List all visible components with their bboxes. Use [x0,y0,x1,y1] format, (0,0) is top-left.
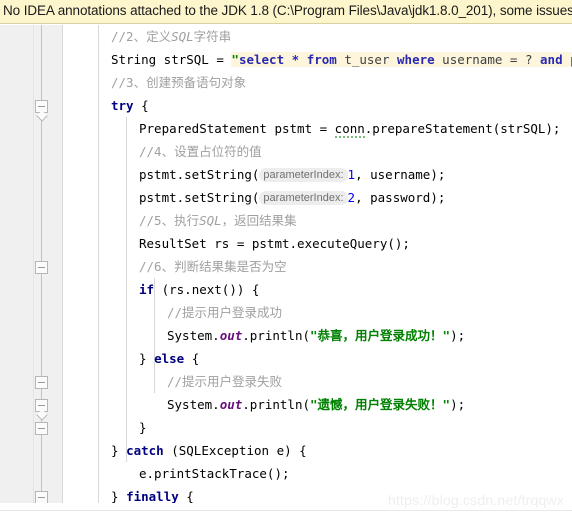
sql-keyword-select: select [238,52,285,67]
code-keyword-try: try [111,98,134,113]
fold-marker-try[interactable] [35,100,48,113]
code-setstring-args: , password); [355,190,446,205]
jdk-annotations-notification-banner[interactable]: No IDEA annotations attached to the JDK … [0,0,572,24]
code-comment: //提示用户登录成功 [167,305,283,320]
code-println-call: .println( [242,328,310,343]
fold-marker-else[interactable] [35,376,48,389]
code-preparestatement-call: .prepareStatement(strSQL); [364,121,561,136]
code-static-field-out: out [219,328,243,343]
code-keyword-finally: finally [126,489,179,503]
code-comment: //6、判断结果集是否为空 [139,259,287,274]
code-catch-params: (SQLException e) { [163,443,307,458]
code-if-condition: (rs.next()) { [154,282,260,297]
code-resultset-decl: ResultSet rs = pstmt.executeQuery(); [139,236,410,251]
code-type-string: String [111,52,157,67]
code-string-failure: "遗憾，用户登录失败！" [310,397,451,412]
bottom-bar [0,510,572,528]
code-system-ref: System. [167,328,220,343]
parameter-hint-chip[interactable]: parameterIndex: [259,168,348,182]
sql-condition-username: username = ? [434,52,541,67]
code-comment-tail: ，返回结果集 [221,213,297,228]
parameter-hint-chip[interactable]: parameterIndex: [259,191,348,205]
code-comment: //5、执行 [139,213,200,228]
code-printstacktrace-call: e.printStackTrace(); [139,466,290,481]
code-comment-sql: SQL [171,29,194,44]
sql-keyword-where: where [397,52,435,67]
code-brace-close: } [139,420,147,435]
sql-keyword-and: and [540,52,563,67]
fold-marker-catch[interactable] [35,399,48,412]
code-call-close: ); [450,397,466,412]
code-comment: //2、定义 [111,29,172,44]
code-brace-open: { [178,489,194,503]
sql-star: * [284,52,307,67]
fold-marker-if[interactable] [35,261,48,274]
sql-keyword-from: from [306,52,337,67]
banner-message: No IDEA annotations attached to the JDK … [3,3,572,18]
code-keyword-if: if [139,282,155,297]
idea-editor-screen: No IDEA annotations attached to the JDK … [0,0,572,528]
sql-condition-password: password = ? [562,52,572,67]
code-system-ref: System. [167,397,220,412]
code-string-quote-open: " [231,52,239,67]
code-static-field-out: out [219,397,243,412]
code-call-close: ); [450,328,466,343]
code-number-literal: 1 [347,167,356,182]
sql-table-name: t_user [336,52,398,67]
fold-marker-finally[interactable] [35,422,48,435]
code-content[interactable]: //2、定义SQL字符串 String strSQL = "select * f… [63,25,572,503]
code-comment: //4、设置占位符的值 [139,144,262,159]
code-number-literal: 2 [347,190,356,205]
code-comment: //提示用户登录失败 [167,374,283,389]
code-var-strsql: strSQL = [156,52,232,67]
code-comment-sql: SQL [199,213,222,228]
code-brace-close: } [111,443,127,458]
code-brace-open: { [133,98,149,113]
code-setstring-args: , username); [355,167,446,182]
code-string-success: "恭喜，用户登录成功！" [310,328,451,343]
code-keyword-catch: catch [126,443,164,458]
code-println-call: .println( [242,397,310,412]
code-preparedstatement-decl: PreparedStatement pstmt = [139,121,335,136]
code-setstring-call: pstmt.setString( [139,190,260,205]
code-brace-open: { [184,351,200,366]
line-number-gutter [0,25,34,503]
code-brace-close: } [139,351,155,366]
code-editor[interactable]: 1 2 3 4 5 6 7 8 9 0 1 2 3 4 5 6 7 8 9 0 … [0,25,572,503]
code-brace-close: } [111,489,127,503]
code-var-conn-warning: conn [334,121,365,138]
fold-marker-method[interactable] [35,491,48,503]
code-comment: //3、创建预备语句对象 [111,75,247,90]
csdn-watermark: https://blog.csdn.net/trqqwx [387,492,564,508]
code-comment-tail: 字符串 [193,29,232,44]
code-setstring-call: pstmt.setString( [139,167,260,182]
code-keyword-else: else [154,351,185,366]
